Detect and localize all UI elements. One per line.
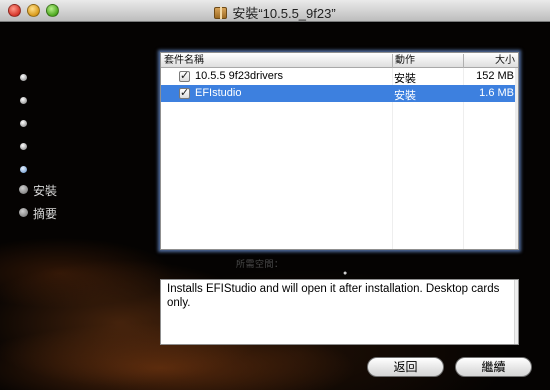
window-title: 安裝“10.5.5_9f23” xyxy=(0,3,550,22)
installer-window: 安裝“10.5.5_9f23” 安裝 摘要 套件名稱 動作 大小 ✓ 10.5.… xyxy=(0,0,550,390)
package-action: 安裝 xyxy=(394,90,416,102)
continue-button[interactable]: 繼續 xyxy=(455,357,532,377)
column-header-name[interactable]: 套件名稱 xyxy=(164,54,392,68)
package-description[interactable]: Installs EFIStudio and will open it afte… xyxy=(160,279,519,345)
table-row[interactable]: ✓ 10.5.5 9f23drivers 安裝 152 MB xyxy=(161,68,518,85)
window-title-text: 安裝“10.5.5_9f23” xyxy=(232,6,336,21)
package-name: EFIstudio xyxy=(195,87,242,99)
table-header: 套件名稱 動作 大小 xyxy=(161,53,518,68)
package-size: 1.6 MB xyxy=(479,87,514,99)
table-scrollbar[interactable] xyxy=(515,68,518,249)
space-required-label: 所需空間： xyxy=(236,259,284,269)
step-label: 安裝 xyxy=(33,184,58,198)
package-checkbox[interactable]: ✓ xyxy=(179,71,190,82)
package-description-text: Installs EFIStudio and will open it afte… xyxy=(167,283,500,309)
title-bar[interactable]: 安裝“10.5.5_9f23” xyxy=(0,0,550,22)
package-icon xyxy=(214,7,228,19)
step-done-indicator-icon xyxy=(20,74,27,81)
column-header-size[interactable]: 大小 xyxy=(463,54,518,68)
column-header-action[interactable]: 動作 xyxy=(392,54,462,68)
package-name: 10.5.5 9f23drivers xyxy=(195,70,284,82)
step-done-indicator-icon xyxy=(20,120,27,127)
step-done-indicator-icon xyxy=(20,97,27,104)
splitter-handle-icon[interactable]: ● xyxy=(343,270,348,277)
package-size: 152 MB xyxy=(476,70,514,82)
back-button[interactable]: 返回 xyxy=(367,357,444,377)
package-table[interactable]: 套件名稱 動作 大小 ✓ 10.5.5 9f23drivers 安裝 152 M… xyxy=(160,52,519,250)
step-label: 摘要 xyxy=(33,207,58,221)
package-action: 安裝 xyxy=(394,73,416,85)
step-pending-indicator-icon xyxy=(19,208,28,217)
description-scrollbar[interactable] xyxy=(514,280,518,344)
table-row-selected[interactable]: ✓ EFIstudio 安裝 1.6 MB xyxy=(161,85,518,102)
step-current-indicator-icon xyxy=(20,166,27,173)
step-done-indicator-icon xyxy=(20,143,27,150)
package-checkbox[interactable]: ✓ xyxy=(179,88,190,99)
step-pending-indicator-icon xyxy=(19,185,28,194)
